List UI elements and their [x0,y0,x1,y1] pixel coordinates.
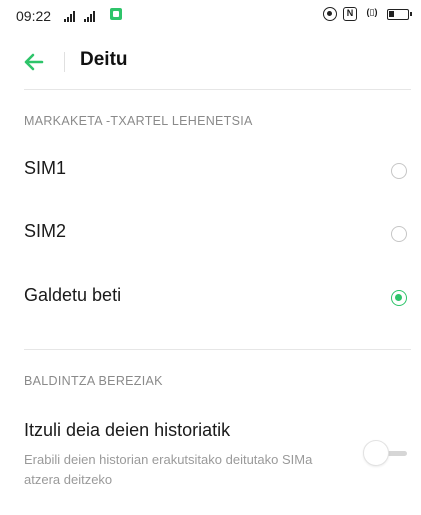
divider [24,89,411,90]
page-title: Deitu [80,49,128,70]
status-bar: 09:22 N (▯) [0,0,421,34]
setting-description: Erabili deien historian erakutsitako dei… [24,452,313,487]
status-icons: N (▯) [323,7,412,21]
hotspot-icon [323,7,337,21]
arrow-left-icon[interactable] [20,48,48,76]
option-sim1[interactable]: SIM1 [0,140,421,202]
radio-button[interactable] [391,163,407,179]
toggle-switch[interactable] [363,440,411,466]
option-label: SIM1 [24,158,67,178]
signal-icon [84,10,95,22]
option-label: Galdetu beti [24,285,122,305]
toggle-thumb [363,440,389,466]
battery-icon [387,8,412,20]
signal-icon [64,10,75,22]
app-notification-icon [110,8,122,20]
header: Deitu [0,34,421,90]
section-header-special: BALDINTZA BEREZIAK [24,374,163,388]
radio-button[interactable] [391,226,407,242]
section-header-default-sim: MARKAKETA -TXARTEL LEHENETSIA [24,114,253,128]
status-time: 09:22 [16,8,52,24]
option-label: SIM2 [24,221,67,241]
option-always-ask[interactable]: Galdetu beti [0,267,421,329]
divider [24,349,411,350]
setting-title: Itzuli deia deien historiatik [24,420,231,440]
radio-button-selected[interactable] [391,290,407,306]
nfc-icon: N [343,7,357,21]
callback-from-history-setting[interactable]: Itzuli deia deien historiatik Erabili de… [0,410,421,490]
header-divider [64,52,65,72]
option-sim2[interactable]: SIM2 [0,203,421,265]
vibrate-icon: (▯) [366,7,378,17]
